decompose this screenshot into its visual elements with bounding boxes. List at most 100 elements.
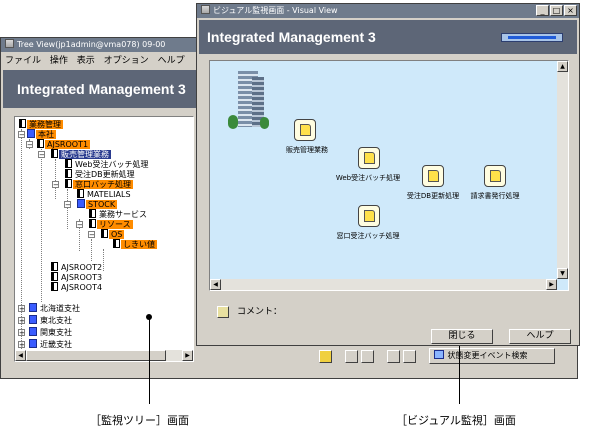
visual-view-window: ビジュアル監視画面 - Visual View _ □ × Integrated… [196,3,580,346]
map-job-icon[interactable] [422,165,444,187]
visual-banner-title: Integrated Management 3 [207,29,376,45]
tree-connector [55,159,56,199]
tree-node[interactable]: MATELIALS [77,189,133,199]
callout-line-visual [459,346,460,404]
toolbar-icon-button[interactable] [387,350,400,363]
tree-node[interactable]: AJSROOT1 [37,139,91,149]
network-icon [77,199,85,208]
visual-window-titlebar[interactable]: ビジュアル監視画面 - Visual View _ □ × [197,4,579,18]
comment-label: コメント： [237,307,283,317]
menu-view[interactable]: 表示 [77,56,95,66]
map-job-icon[interactable] [294,119,316,141]
menu-operation[interactable]: 操作 [50,56,68,66]
help-button[interactable]: ヘルプ [509,329,571,344]
collapse-toggle[interactable]: − [18,131,25,139]
tree-node[interactable]: しきい値 [113,239,157,249]
app-icon [201,5,210,14]
tree-node[interactable]: 近畿支社 [29,339,74,349]
collapse-toggle[interactable]: − [64,201,71,209]
scroll-left-icon[interactable]: ◀ [15,350,26,361]
callout-dot-tree [146,314,152,320]
expand-toggle[interactable]: + [18,317,25,325]
map-hscrollbar[interactable]: ◀ ▶ [210,279,557,290]
map-label: 販売管理業務 [286,146,328,154]
toolbar-icon-button[interactable] [319,350,332,363]
tree-node[interactable]: STOCK [77,199,118,209]
job-icon [65,159,72,168]
network-icon [29,303,37,312]
scroll-down-icon[interactable]: ▼ [557,268,568,279]
toolbar-icon-button[interactable] [403,350,416,363]
search-icon [434,350,444,359]
scroll-thumb[interactable] [26,350,166,361]
tree-node[interactable]: 販売管理業務 [51,149,111,159]
map-job-icon[interactable] [484,165,506,187]
visual-map-panel[interactable]: 販売管理業務 Web受注バッチ処理 受注DB更新処理 請求書発行処理 窓口受注バ… [209,60,569,291]
tree-node[interactable]: OS [101,229,125,239]
map-job-icon[interactable] [358,147,380,169]
close-icon[interactable]: × [564,5,577,16]
comment-icon-button[interactable] [217,306,229,318]
visual-banner: Integrated Management 3 [199,20,577,54]
menu-help[interactable]: ヘルプ [158,56,185,66]
scroll-up-icon[interactable]: ▲ [557,61,568,72]
scroll-left-icon[interactable]: ◀ [210,279,221,290]
building-icon [228,71,269,133]
menu-file[interactable]: ファイル [5,56,41,66]
tree-node[interactable]: 受注DB更新処理 [65,169,137,179]
tree-node[interactable]: 業務管理 [19,119,63,129]
job-icon [101,229,108,238]
job-icon [89,219,96,228]
collapse-toggle[interactable]: − [88,231,95,239]
tree-node[interactable]: 本社 [27,129,56,139]
tree-connector [41,149,42,302]
network-icon [29,339,37,348]
window-controls: _ □ × [536,5,577,16]
close-button[interactable]: 閉じる [431,329,493,344]
job-icon [77,189,84,198]
scroll-right-icon[interactable]: ▶ [182,350,193,361]
tree-node[interactable]: AJSROOT4 [51,282,104,292]
network-icon [27,129,35,138]
job-icon [51,282,58,291]
monitoring-tree[interactable]: 業務管理 − 本社 − AJSROOT1 − 販売管理業務 Web受注バッチ処理… [14,116,194,362]
network-icon [29,327,37,336]
collapse-toggle[interactable]: − [52,181,59,189]
tree-node[interactable]: リソース [89,219,133,229]
collapse-toggle[interactable]: − [76,221,83,229]
menu-bar: ファイル 操作 表示 オプション ヘルプ [5,54,185,68]
collapse-toggle[interactable]: − [38,151,45,159]
scroll-right-icon[interactable]: ▶ [546,279,557,290]
job-icon [65,179,72,188]
tree-banner: Integrated Management 3 [3,70,199,108]
job-icon [51,149,58,158]
map-label: Web受注バッチ処理 [335,174,401,182]
tree-node[interactable]: AJSROOT2 [51,262,104,272]
tree-node[interactable]: 東北支社 [29,315,74,325]
tree-window-title: Tree View(jp1admin@vma078) 09-00 [17,40,166,49]
tree-node[interactable]: 関東支社 [29,327,74,337]
menu-options[interactable]: オプション [104,56,149,66]
job-icon [51,272,58,281]
tree-node[interactable]: 北海道支社 [29,303,82,313]
expand-toggle[interactable]: + [18,329,25,337]
map-job-icon[interactable] [358,205,380,227]
status-change-event-search-button[interactable]: 状態変更イベント検索 [429,348,555,364]
map-label: 窓口受注バッチ処理 [336,232,400,240]
tree-node[interactable]: 業務サービス [89,209,149,219]
collapse-toggle[interactable]: − [26,141,33,149]
tree-node[interactable]: Web受注バッチ処理 [65,159,150,169]
expand-toggle[interactable]: + [18,341,25,349]
toolbar-icon-button[interactable] [361,350,374,363]
map-vscrollbar[interactable]: ▲ ▼ [557,61,568,279]
tree-node[interactable]: AJSROOT3 [51,272,104,282]
expand-toggle[interactable]: + [18,305,25,313]
tree-connector [67,189,68,229]
job-icon [19,119,26,128]
tree-hscrollbar[interactable]: ◀ ▶ [15,350,193,361]
maximize-icon[interactable]: □ [550,5,563,16]
tree-connector [91,239,92,261]
minimize-icon[interactable]: _ [536,5,549,16]
toolbar-icon-button[interactable] [345,350,358,363]
tree-node[interactable]: 窓口バッチ処理 [65,179,133,189]
